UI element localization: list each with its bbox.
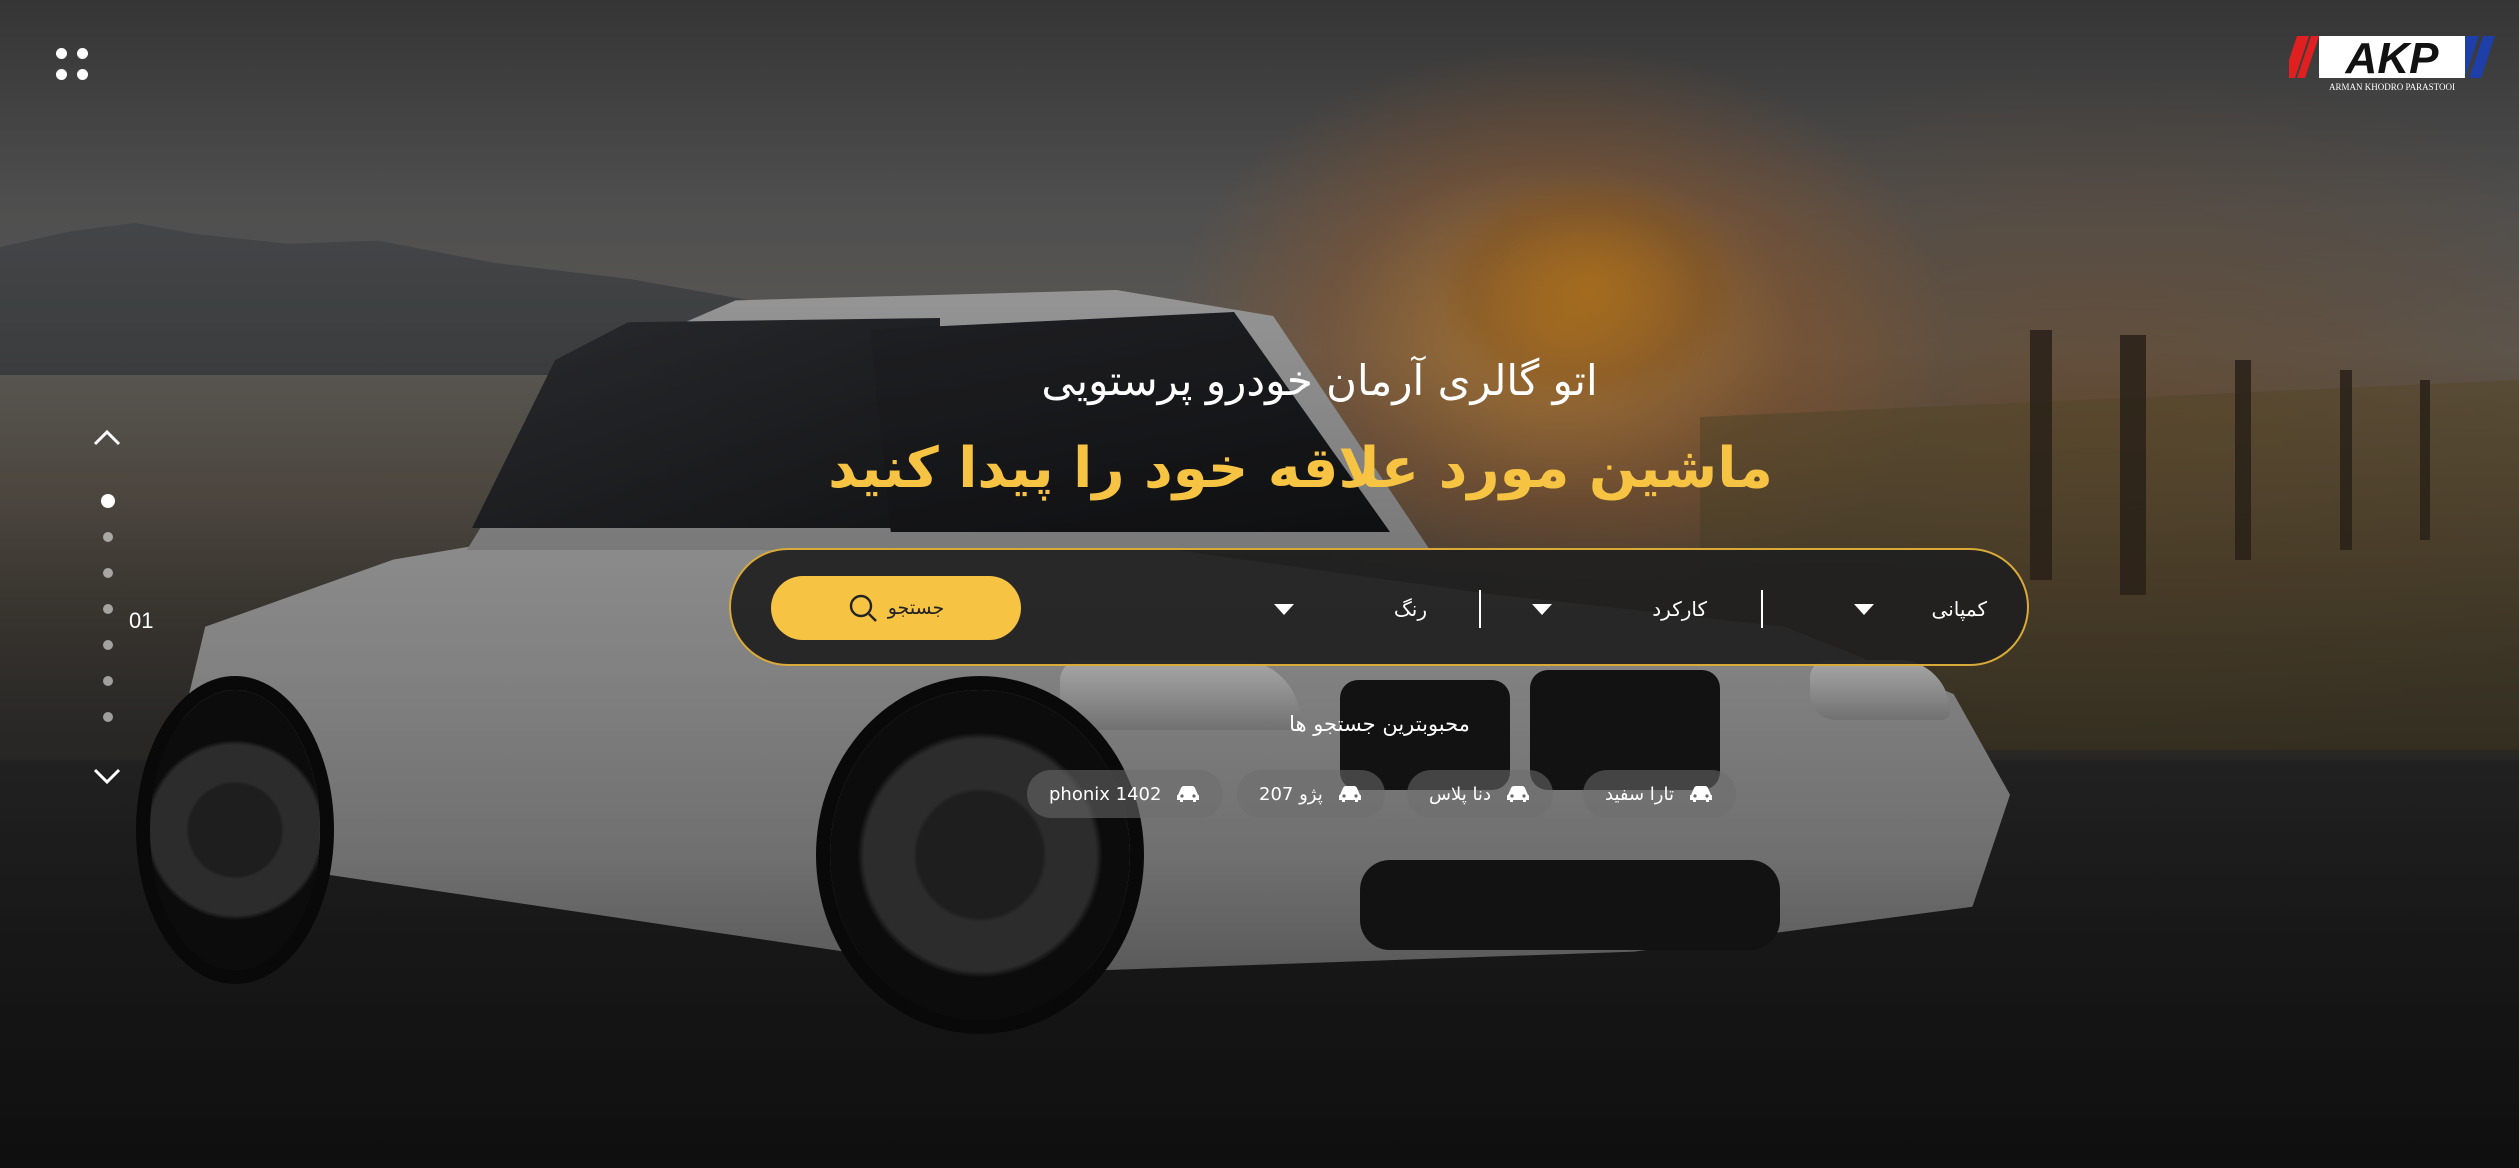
svg-text:ARMAN KHODRO PARASTOOI: ARMAN KHODRO PARASTOOI <box>2329 82 2455 92</box>
slide-dot-2[interactable] <box>103 532 113 542</box>
car-icon <box>1338 786 1361 802</box>
logo[interactable]: AKP ARMAN KHODRO PARASTOOI <box>2283 32 2499 94</box>
popular-searches-label: محبوبترین جستجو ها <box>1289 712 1470 736</box>
svg-text:AKP: AKP <box>2345 34 2440 83</box>
caret-down-icon <box>1853 603 1874 615</box>
divider <box>1761 590 1763 628</box>
mileage-select-label: کارکرد <box>1652 597 1707 621</box>
popular-chip[interactable]: phonix 1402 <box>1027 770 1224 818</box>
popular-chip[interactable]: پژو 207 <box>1237 770 1385 818</box>
company-select-label: کمپانی <box>1931 597 1987 621</box>
hero-title: ماشین مورد علاقه خود را پیدا کنید <box>828 436 1773 501</box>
slide-dot-3[interactable] <box>103 568 113 578</box>
company-select[interactable]: کمپانی <box>1853 550 1987 668</box>
caret-down-icon <box>1273 603 1294 615</box>
caret-down-icon <box>1532 603 1553 615</box>
mileage-select[interactable]: کارکرد <box>1532 550 1707 668</box>
car-icon <box>1689 786 1712 802</box>
slide-dot-6[interactable] <box>103 676 113 686</box>
search-button-label: جستجو <box>887 597 945 619</box>
popular-chip[interactable]: تارا سفید <box>1583 770 1736 818</box>
color-select-label: رنگ <box>1393 597 1427 621</box>
search-icon <box>849 594 877 622</box>
popular-chip-label: دنا پلاس <box>1429 783 1491 805</box>
car-icon <box>1506 786 1529 802</box>
popular-chip-label: تارا سفید <box>1605 783 1674 805</box>
popular-chip-label: phonix 1402 <box>1049 783 1162 805</box>
popular-chip[interactable]: دنا پلاس <box>1407 770 1553 818</box>
search-bar: کمپانی کارکرد رنگ جستجو <box>729 548 2029 666</box>
search-button[interactable]: جستجو <box>771 576 1021 640</box>
slide-number: 01 <box>129 608 154 633</box>
popular-chip-label: پژو 207 <box>1259 783 1323 805</box>
akp-logo-icon: AKP ARMAN KHODRO PARASTOOI <box>2283 34 2495 92</box>
divider <box>1479 590 1481 628</box>
hero-subtitle: اتو گالری آرمان خودرو پرستویی <box>1041 356 1598 405</box>
car-icon <box>1177 786 1200 802</box>
grid-menu-icon[interactable] <box>56 48 90 82</box>
slide-dot-4[interactable] <box>103 604 113 614</box>
popular-searches: تارا سفید دنا پلاس پژو 207 phonix 1402 <box>0 770 2519 818</box>
color-select[interactable]: رنگ <box>1273 550 1427 668</box>
slide-dot-5[interactable] <box>103 640 113 650</box>
